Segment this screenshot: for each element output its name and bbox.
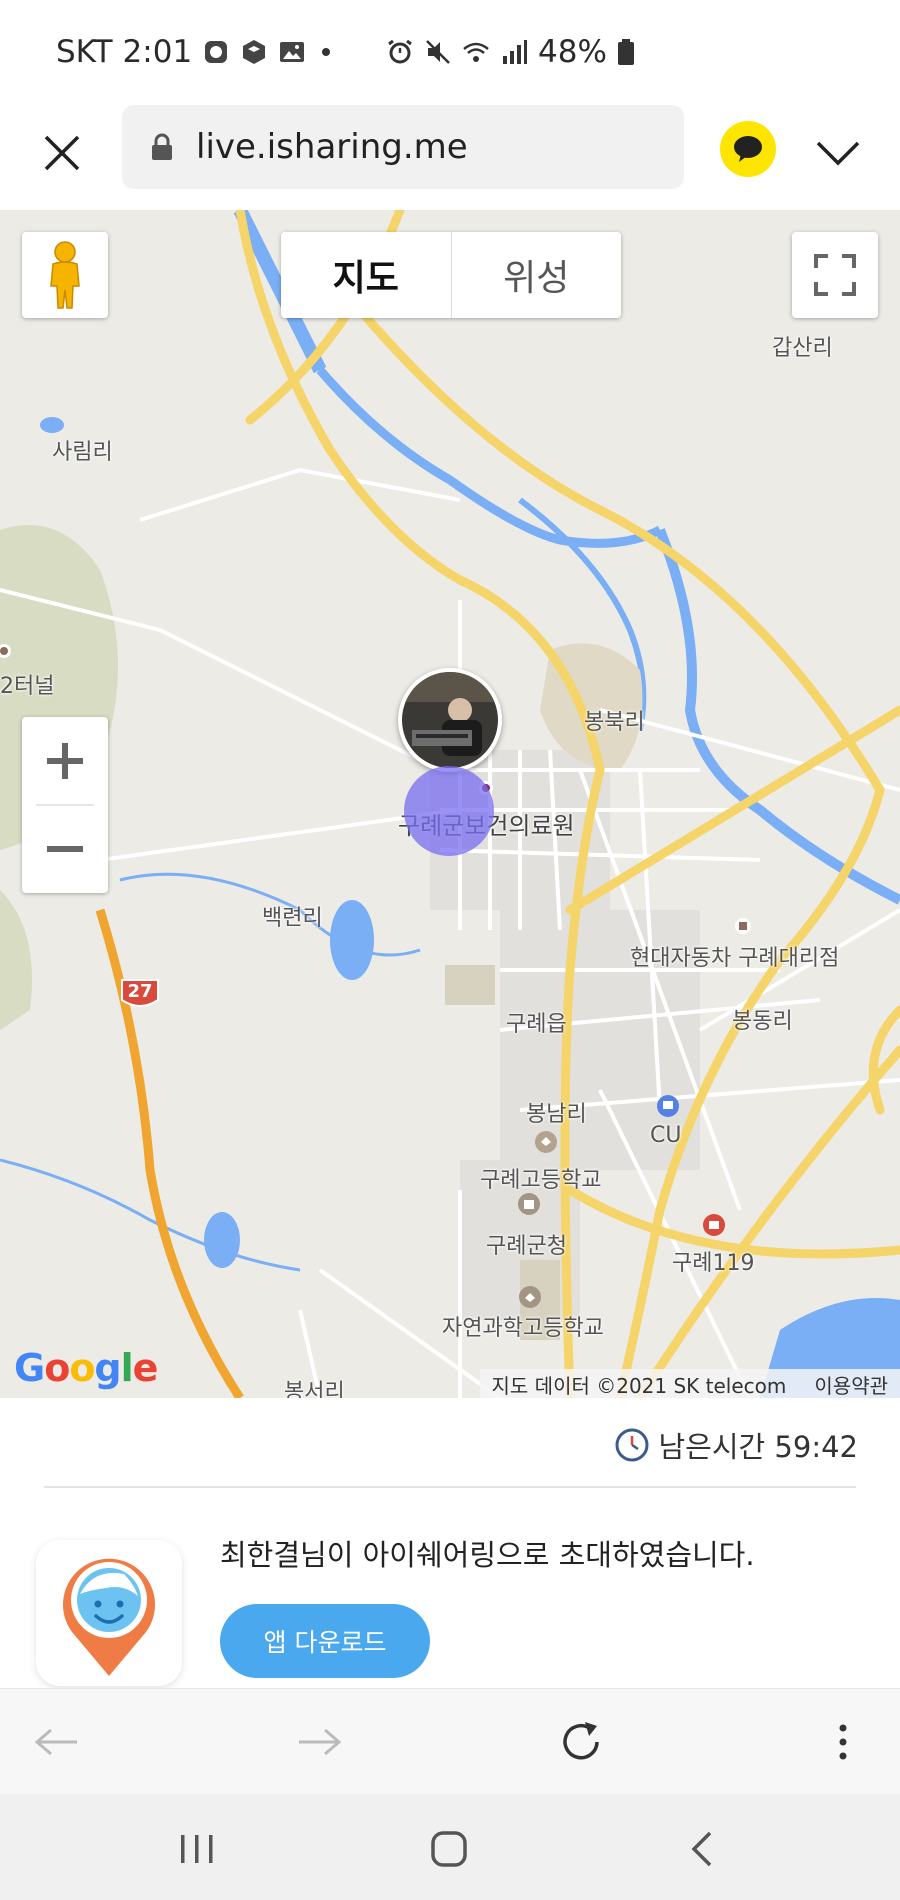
- app-logo-card: [36, 1540, 182, 1686]
- close-tab-button[interactable]: [36, 127, 88, 179]
- system-nav-bar: [0, 1794, 900, 1900]
- isharing-logo-icon: [63, 1558, 155, 1676]
- status-right: 48%: [386, 34, 635, 70]
- reload-button[interactable]: [554, 1715, 608, 1769]
- back-button[interactable]: [30, 1715, 84, 1769]
- recent-apps-icon: [181, 1835, 213, 1863]
- more-notifications-dot: [322, 48, 331, 56]
- map-label-bongbukri: 봉북리: [584, 710, 645, 735]
- map-type-control: 지도 위성: [281, 232, 621, 318]
- map-label-bongdongri: 봉동리: [732, 1009, 793, 1034]
- status-bar: SKT 2:01 48%: [0, 0, 900, 105]
- attribution-text: 지도 데이터 ©2021 SK telecom: [491, 1373, 787, 1398]
- section-divider: [44, 1486, 856, 1488]
- forward-button[interactable]: [292, 1715, 346, 1769]
- map-label-fire-station: 구례119: [672, 1251, 755, 1276]
- image-icon: [280, 42, 305, 62]
- browser-toolbar: [0, 1688, 900, 1794]
- refresh-icon: [563, 1722, 599, 1760]
- arrow-right-icon: [299, 1728, 342, 1756]
- map-label-high-school: 구례고등학교: [480, 1168, 602, 1193]
- terms-link[interactable]: 이용약관: [814, 1370, 888, 1399]
- url-field[interactable]: live.isharing.me: [122, 105, 684, 189]
- close-icon: [44, 135, 80, 171]
- zoom-control: [22, 717, 108, 893]
- battery-icon: [617, 39, 634, 65]
- map-label-guryeeup: 구례읍: [506, 1012, 567, 1037]
- map-label-county-office: 구례군청: [486, 1234, 567, 1259]
- user-avatar-marker[interactable]: [398, 668, 502, 772]
- clock-text: 2:01: [122, 34, 193, 70]
- recent-apps-button[interactable]: [170, 1822, 224, 1876]
- alarm-icon: [388, 39, 412, 64]
- fullscreen-icon: [814, 254, 856, 296]
- map-label-bongnamri: 봉남리: [526, 1102, 587, 1127]
- signal-icon: [503, 40, 527, 64]
- remaining-time-text: 남은시간 59:42: [658, 1430, 858, 1464]
- mute-icon: [426, 40, 450, 64]
- tab-satellite[interactable]: 위성: [452, 232, 622, 318]
- chevron-down-icon: [816, 141, 860, 166]
- more-vertical-icon: [839, 1724, 847, 1760]
- zoom-in-button[interactable]: [22, 717, 108, 805]
- timer-row: 남은시간 59:42: [0, 1398, 900, 1488]
- battery-text: 48%: [538, 34, 607, 70]
- map-label-bongseori: 봉서리: [284, 1380, 345, 1398]
- map-label-baekryeonri: 백련리: [262, 906, 323, 931]
- clock-icon: [615, 1428, 649, 1462]
- app-download-button[interactable]: 앱 다운로드: [220, 1604, 430, 1678]
- map-label-tunnel: 2터널: [0, 674, 55, 699]
- home-icon: [431, 1831, 467, 1867]
- plus-icon: [47, 743, 83, 779]
- zoom-out-button[interactable]: [22, 805, 108, 893]
- route-27-label: 27: [127, 981, 152, 1002]
- map-label-cu: CU: [650, 1123, 682, 1148]
- invite-message: 최한결님이 아이쉐어링으로 초대하였습니다.: [220, 1538, 755, 1572]
- map-label-science-hs: 자연과학고등학교: [442, 1316, 604, 1341]
- status-left: SKT 2:01: [56, 34, 331, 70]
- map-label-hyundai: 현대자동차 구례대리점: [630, 946, 840, 971]
- tab-map[interactable]: 지도: [281, 232, 452, 318]
- avatar-photo: [402, 672, 498, 768]
- arrow-left-icon: [34, 1728, 77, 1756]
- wifi-icon: [463, 42, 489, 62]
- fullscreen-button[interactable]: [792, 232, 878, 318]
- map-attribution: 지도 데이터 ©2021 SK telecom 이용약관: [479, 1369, 900, 1399]
- expand-button[interactable]: [812, 127, 864, 179]
- more-menu-button[interactable]: [816, 1715, 870, 1769]
- map-view[interactable]: 27 갑산리 사림리 2터널 봉북리 구례군보건의료원 백련리 현대자동차 구례…: [0, 210, 900, 1398]
- package-icon: [243, 40, 266, 64]
- system-back-button[interactable]: [674, 1822, 728, 1876]
- remaining-time: 남은시간 59:42: [614, 1424, 858, 1466]
- map-label-sarimri: 사림리: [52, 440, 113, 465]
- url-text: live.isharing.me: [196, 127, 468, 167]
- google-logo: Google: [14, 1346, 158, 1390]
- kakao-talk-button[interactable]: [720, 121, 776, 177]
- chat-bubble-icon: [734, 136, 762, 162]
- street-view-button[interactable]: [22, 232, 108, 318]
- minus-icon: [47, 846, 83, 852]
- location-accuracy-circle: [404, 766, 494, 856]
- back-chevron-icon: [691, 1831, 712, 1867]
- lock-icon: [152, 133, 172, 160]
- home-button[interactable]: [422, 1822, 476, 1876]
- browser-url-bar: live.isharing.me: [0, 105, 900, 210]
- map-label-gapsanri: 갑산리: [772, 336, 833, 361]
- pegman-icon: [50, 241, 80, 309]
- carrier-text: SKT: [56, 34, 113, 70]
- notification-app-icon: [205, 41, 228, 63]
